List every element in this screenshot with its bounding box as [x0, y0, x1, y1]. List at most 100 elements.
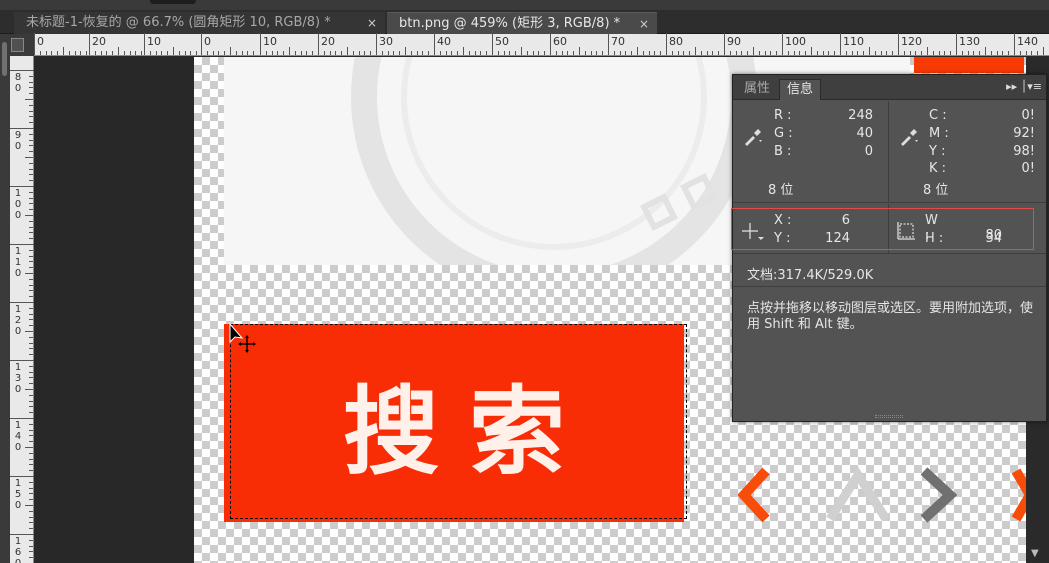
- ruler-minor-tick: [590, 51, 592, 55]
- ruler-minor-tick: [94, 51, 96, 55]
- ruler-minor-tick: [29, 383, 33, 385]
- ruler-minor-tick: [729, 51, 731, 55]
- ruler-minor-tick: [289, 47, 290, 55]
- ruler-tick: [376, 33, 377, 55]
- panel-collapse-handle[interactable]: [2, 42, 7, 76]
- ruler-minor-tick: [29, 145, 33, 147]
- ruler-minor-tick: [979, 51, 981, 55]
- crosshair-icon: [742, 223, 764, 240]
- move-cursor-icon: [229, 323, 256, 353]
- ruler-minor-tick: [29, 487, 33, 489]
- collapse-icon[interactable]: ▸▸: [1006, 80, 1017, 93]
- ruler-minor-tick: [29, 528, 33, 530]
- vertical-ruler[interactable]: 8 0 9 0 1 0 0 1 1 0 1 2 0 1 3 0 1 4 0 1 5 0 1 6 …: [10, 56, 34, 563]
- ruler-minor-tick: [637, 47, 638, 55]
- ruler-minor-tick: [29, 284, 33, 286]
- ruler-minor-tick: [677, 51, 679, 55]
- ruler-minor-tick: [29, 435, 33, 437]
- ruler-tick: [10, 70, 34, 71]
- ruler-tick-label: 9 0: [14, 130, 22, 152]
- bit-depth-left: 8 位: [768, 183, 794, 198]
- ruler-minor-tick: [39, 51, 41, 55]
- ruler-minor-tick: [106, 51, 108, 55]
- h-readout: H :34: [925, 231, 1002, 246]
- scroll-down-icon[interactable]: ▼: [1031, 548, 1039, 559]
- ruler-minor-tick: [25, 447, 33, 448]
- top-strip: [0, 0, 1049, 10]
- ruler-minor-tick: [29, 226, 33, 228]
- divider: [888, 101, 889, 203]
- ruler-minor-tick: [799, 51, 801, 55]
- ruler-minor-tick: [29, 197, 33, 199]
- close-icon[interactable]: ×: [367, 12, 377, 34]
- ruler-minor-tick: [29, 319, 33, 321]
- ruler-tick-label: 140: [1017, 35, 1038, 48]
- ruler-tick-label: 20: [92, 35, 106, 48]
- ruler-minor-tick: [712, 51, 714, 55]
- ruler-tick: [840, 33, 841, 55]
- ruler-minor-tick: [428, 51, 430, 55]
- ruler-minor-tick: [29, 255, 33, 257]
- tab-properties[interactable]: 属性: [737, 79, 777, 100]
- ruler-minor-tick: [235, 51, 237, 55]
- ruler-minor-tick: [352, 51, 354, 55]
- close-icon[interactable]: ×: [639, 13, 649, 35]
- ruler-tick-label: 1 4 0: [14, 420, 22, 453]
- ruler-minor-tick: [985, 47, 986, 55]
- tab-info[interactable]: 信息: [779, 79, 822, 100]
- ruler-tick-label: 1 5 0: [14, 478, 22, 511]
- ruler-minor-tick: [118, 47, 119, 55]
- ruler-minor-tick: [463, 47, 464, 55]
- ruler-minor-tick: [29, 87, 33, 89]
- ruler-minor-tick: [25, 273, 33, 274]
- ruler-minor-tick: [277, 51, 279, 55]
- ruler-minor-tick: [184, 51, 186, 55]
- ruler-minor-tick: [567, 51, 569, 55]
- ruler-minor-tick: [29, 394, 33, 396]
- ruler-minor-tick: [29, 249, 33, 251]
- ruler-minor-tick: [631, 51, 633, 55]
- ruler-minor-tick: [654, 51, 656, 55]
- resize-grip[interactable]: [875, 415, 903, 418]
- ruler-minor-tick: [45, 51, 47, 55]
- tab-untitled-1[interactable]: 未标题-1-恢复的 @ 66.7% (圆角矩形 10, RGB/8) * ×: [14, 12, 385, 34]
- y-readout: Y :98!: [929, 144, 1035, 159]
- c-readout: C :0!: [929, 108, 1035, 123]
- ruler-minor-tick: [329, 51, 331, 55]
- ruler-minor-tick: [445, 51, 447, 55]
- ruler-minor-tick: [805, 51, 807, 55]
- ruler-minor-tick: [758, 51, 760, 55]
- ruler-minor-tick: [224, 51, 226, 55]
- panel-menu[interactable]: ▸▸ │▾≡: [1006, 80, 1042, 93]
- panel-menu-icon[interactable]: ▾≡: [1027, 80, 1042, 93]
- ruler-tick: [10, 244, 34, 245]
- ruler-minor-tick: [845, 51, 847, 55]
- ruler-minor-tick: [521, 47, 522, 55]
- ruler-tick: [434, 33, 435, 55]
- ruler-tick: [898, 33, 899, 55]
- ruler-minor-tick: [967, 51, 969, 55]
- left-panel-track: [0, 34, 10, 563]
- ruler-minor-tick: [399, 51, 401, 55]
- ruler-minor-tick: [358, 51, 360, 55]
- ruler-tick: [34, 33, 35, 55]
- eyedropper-cmyk-icon: [901, 129, 918, 146]
- ruler-tick: [666, 33, 667, 55]
- horizontal-ruler[interactable]: 0 20 10 0 10 20 30 40 50 60 70 80 90 100 110 120 130 140: [34, 33, 1049, 56]
- ruler-minor-tick: [903, 51, 905, 55]
- ruler-tick-label: 8 0: [14, 72, 22, 94]
- ruler-minor-tick: [29, 522, 33, 524]
- ruler-minor-tick: [29, 110, 33, 112]
- ruler-minor-tick: [29, 400, 33, 402]
- search-button-layer[interactable]: 搜索: [224, 324, 684, 522]
- tab-btn-png[interactable]: btn.png @ 459% (矩形 3, RGB/8) * ×: [387, 12, 657, 34]
- ruler-minor-tick: [265, 51, 267, 55]
- ruler-minor-tick: [29, 191, 33, 193]
- ruler-minor-tick: [921, 51, 923, 55]
- ruler-minor-tick: [370, 51, 372, 55]
- ruler-minor-tick: [29, 267, 33, 269]
- ruler-tick-label: 30: [379, 35, 393, 48]
- ruler-minor-tick: [161, 51, 163, 55]
- ruler-minor-tick: [25, 331, 33, 332]
- ruler-minor-tick: [323, 51, 325, 55]
